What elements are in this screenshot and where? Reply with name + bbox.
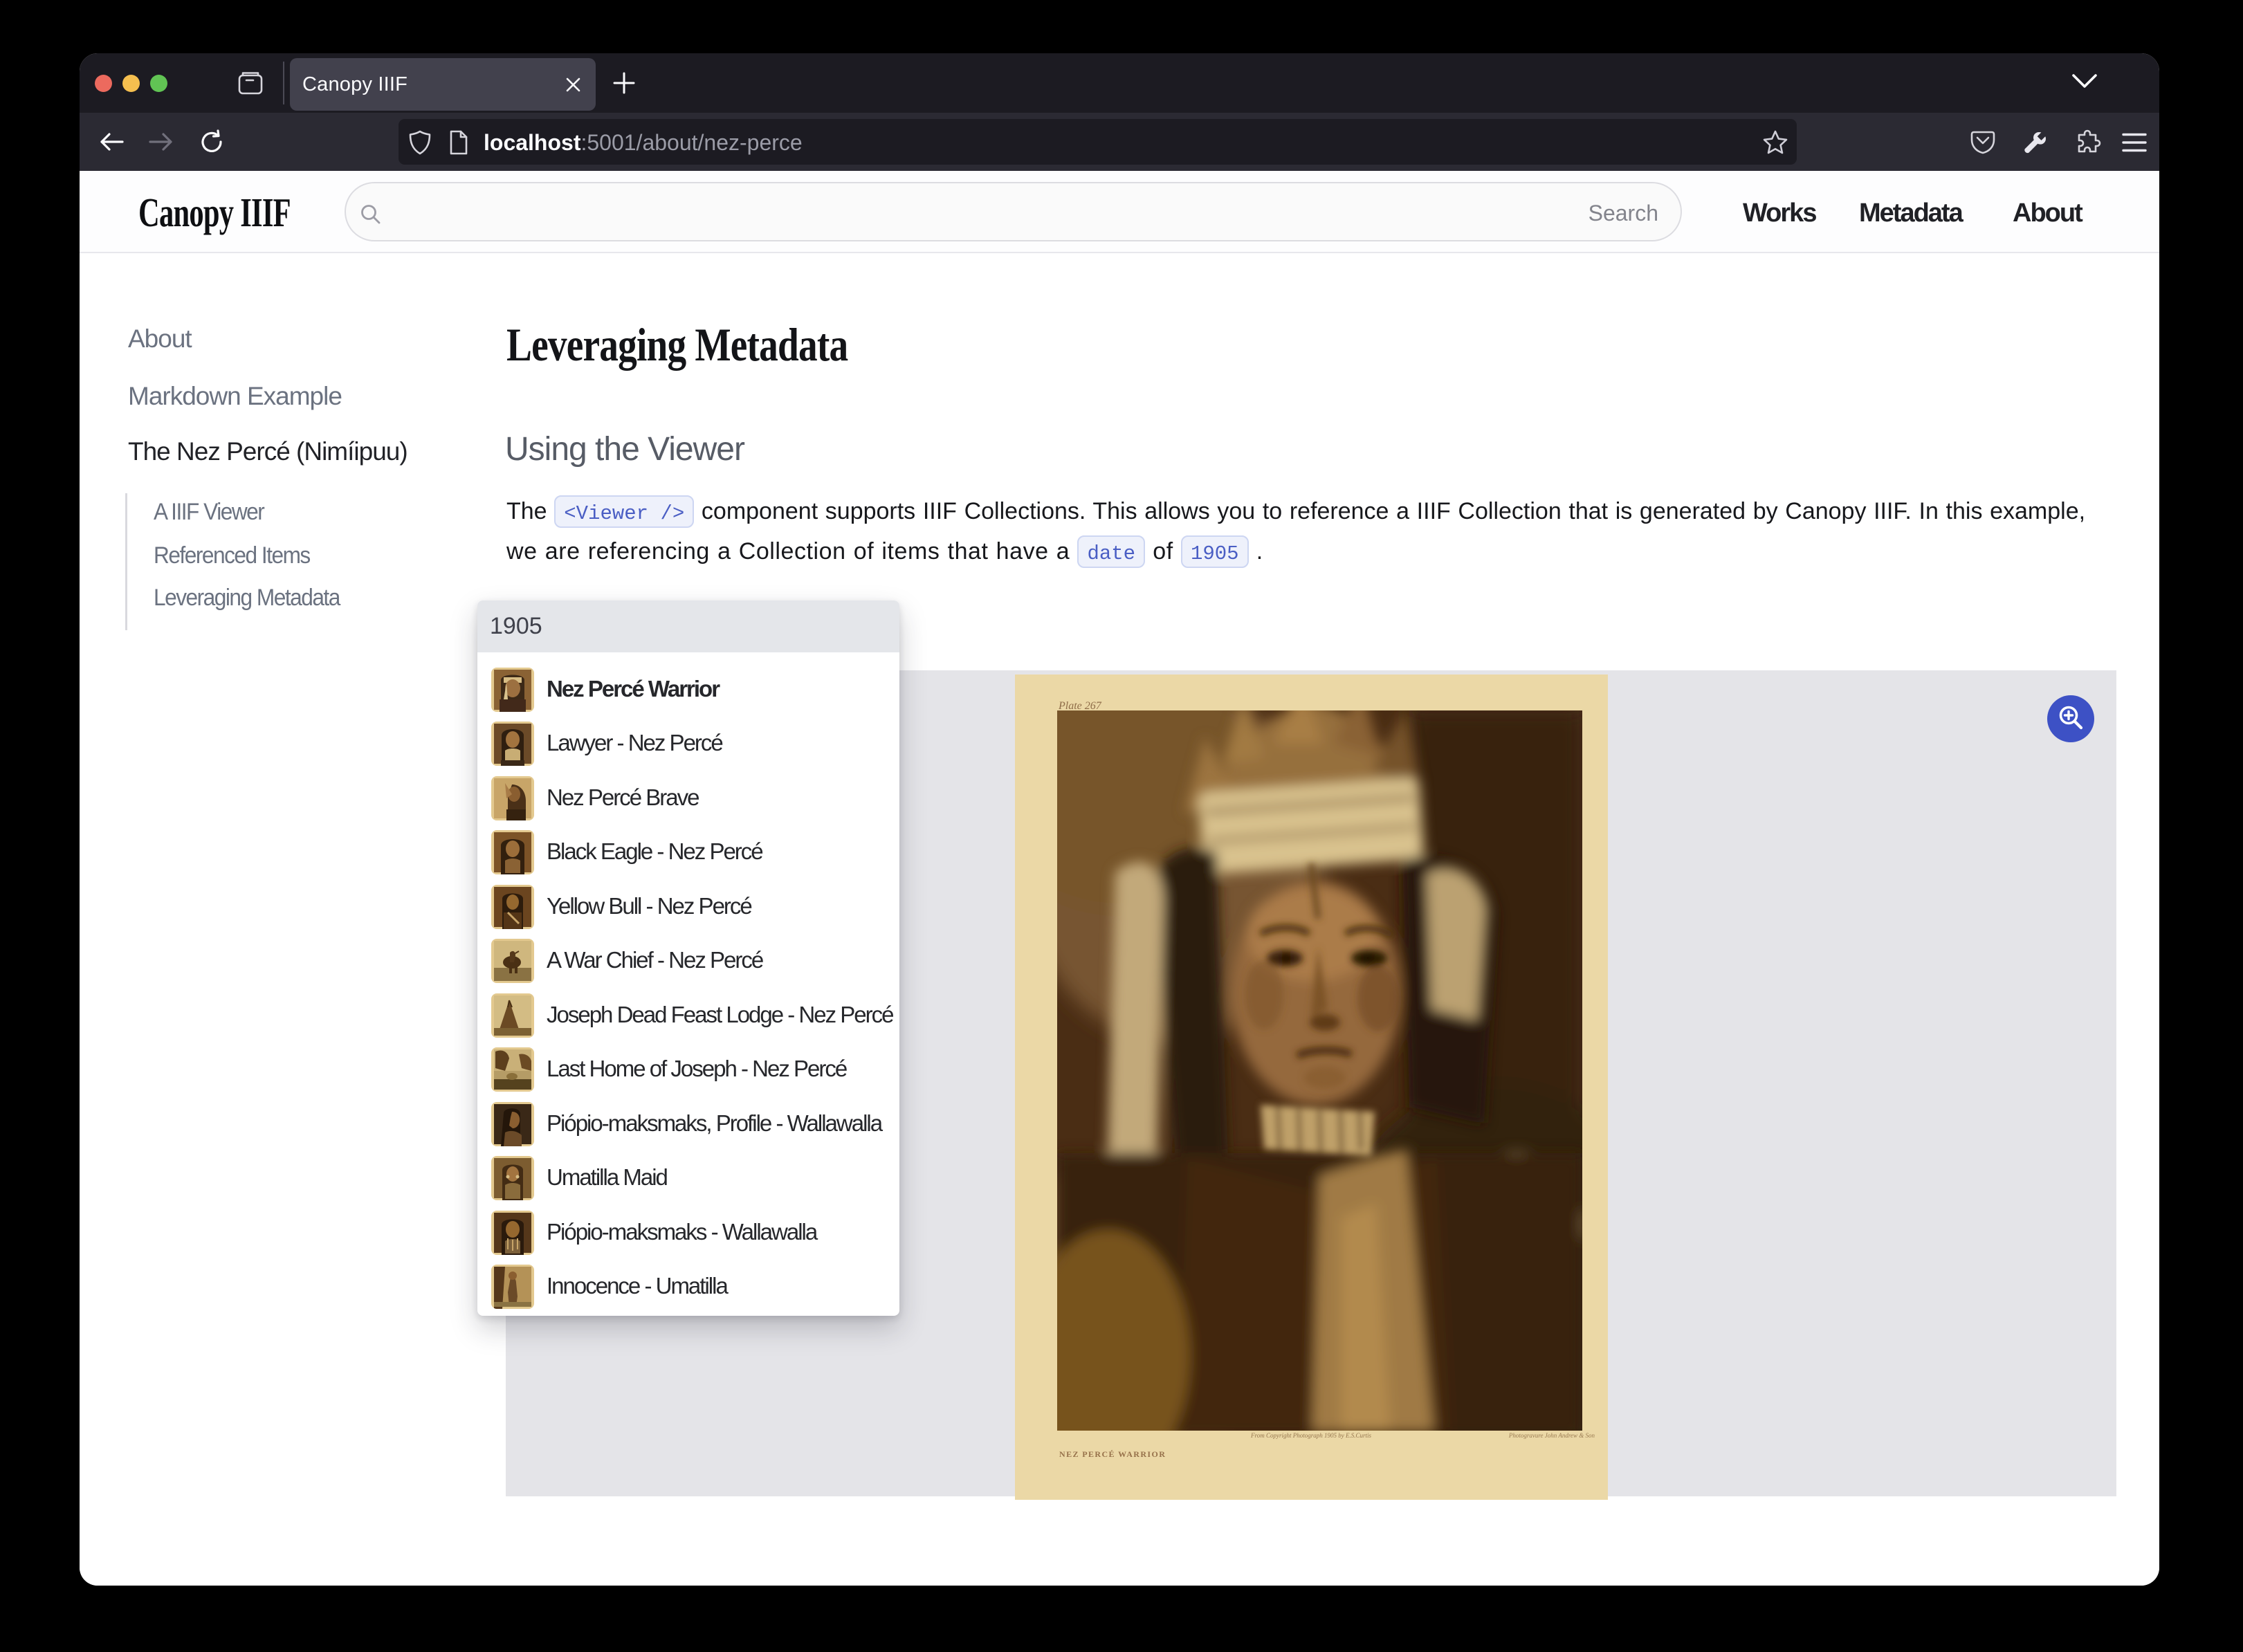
svg-text:From Copyright Photograph 1905: From Copyright Photograph 1905 by E.S.Cu… (1250, 1432, 1371, 1439)
svg-text:Photogravure John Andrew & Son: Photogravure John Andrew & Son (1508, 1432, 1595, 1439)
svg-text:NEZ PERCÉ WARRIOR: NEZ PERCÉ WARRIOR (1059, 1449, 1166, 1459)
svg-text:Plate 267: Plate 267 (1058, 700, 1102, 712)
